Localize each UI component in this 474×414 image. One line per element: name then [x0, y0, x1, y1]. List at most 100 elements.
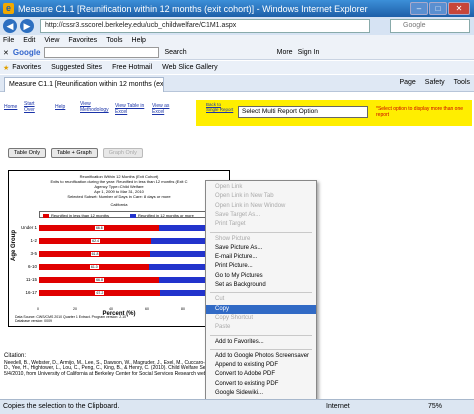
- multi-report-panel: Back to Single Report Select Multi Repor…: [196, 100, 472, 126]
- ctx-item-copy[interactable]: Copy: [206, 304, 316, 314]
- ctx-item-open-link-in-new-tab[interactable]: Open Link in New Tab: [206, 192, 316, 201]
- search-input[interactable]: Google: [390, 19, 470, 33]
- fav-free-hotmail[interactable]: Free Hotmail: [112, 64, 152, 71]
- star-icon[interactable]: ★: [3, 64, 9, 72]
- help-link[interactable]: Help: [55, 104, 65, 110]
- ctx-item-save-picture-as[interactable]: Save Picture As...: [206, 244, 316, 253]
- fav-suggested-sites[interactable]: Suggested Sites: [51, 64, 102, 71]
- command-bar: Page Safety Tools: [390, 79, 470, 86]
- legend-label-1: Reunified in less than 12 months: [51, 213, 110, 218]
- tools-menu[interactable]: Tools: [454, 79, 470, 86]
- ctx-item-google-sidewiki[interactable]: Google Sidewiki...: [206, 389, 316, 398]
- menu-view[interactable]: View: [44, 37, 59, 44]
- ctx-item-open-link[interactable]: Open Link: [206, 183, 316, 192]
- ctx-item-print-picture[interactable]: Print Picture...: [206, 262, 316, 271]
- bar-value-label: 66.6: [94, 226, 104, 230]
- view-excel-link[interactable]: View as Excel: [152, 103, 174, 115]
- google-more-button[interactable]: More: [277, 49, 293, 56]
- ctx-item-e-mail-picture[interactable]: E-mail Picture...: [206, 253, 316, 262]
- ctx-item-cut[interactable]: Cut: [206, 295, 316, 304]
- zoom-level[interactable]: 75%: [428, 400, 442, 414]
- legend-item-2: Reunified in 12 months or more: [130, 213, 194, 218]
- ctx-item-convert-to-adobe-pdf[interactable]: Convert to Adobe PDF: [206, 370, 316, 379]
- google-search-button[interactable]: Search: [164, 49, 186, 56]
- menu-separator: [210, 348, 312, 350]
- table-graph-button[interactable]: Table + Graph: [51, 148, 98, 158]
- category-label: 11-15: [25, 277, 37, 282]
- menu-separator: [210, 231, 312, 233]
- table-only-button[interactable]: Table Only: [8, 148, 46, 158]
- ctx-item-save-target-as[interactable]: Save Target As...: [206, 211, 316, 220]
- favorites-bar: ★ Favorites Suggested Sites Free Hotmail…: [0, 61, 474, 74]
- chart-legend: Reunified in less than 12 months Reunifi…: [39, 211, 214, 218]
- menu-file[interactable]: File: [3, 37, 14, 44]
- ctx-item-append-to-existing-pdf[interactable]: Append to existing PDF: [206, 361, 316, 370]
- context-menu: Open Link Open Link in New Tab Open Link i…: [205, 180, 317, 410]
- home-link[interactable]: Home: [4, 104, 17, 110]
- fav-web-slice-gallery[interactable]: Web Slice Gallery: [162, 64, 218, 71]
- bar-row-3: 3-5 61.8: [30, 251, 219, 257]
- google-toolbar: ✕ Google Search More Sign In: [0, 46, 474, 60]
- bar-value-label: 62.4: [91, 239, 100, 243]
- ctx-item-show-picture[interactable]: Show Picture: [206, 235, 316, 244]
- close-button[interactable]: ✕: [448, 2, 470, 15]
- favorites-button[interactable]: Favorites: [12, 64, 41, 71]
- bar-row-2: 1-2 62.4: [30, 238, 219, 244]
- ctx-item-print-target[interactable]: Print Target: [206, 220, 316, 229]
- bar-value-label: 61.8: [90, 252, 100, 256]
- bar-row-5: 11-15 66.8: [26, 277, 219, 283]
- title-bar: e Measure C1.1 [Reunification within 12 …: [0, 0, 474, 17]
- ctx-item-set-as-background[interactable]: Set as Background: [206, 281, 316, 290]
- bar-value-label: 67.2: [95, 291, 105, 295]
- start-over-link[interactable]: Start Over: [24, 101, 38, 113]
- bar-value-label: 61.0: [89, 265, 99, 269]
- legend-item-1: Reunified in less than 12 months: [43, 213, 109, 218]
- ctx-item-copy-shortcut[interactable]: Copy Shortcut: [206, 314, 316, 323]
- ctx-item-go-to-my-pictures[interactable]: Go to My Pictures: [206, 272, 316, 281]
- multi-report-select[interactable]: Select Multi Report Option: [238, 106, 368, 118]
- legend-swatch-2: [130, 213, 136, 218]
- page-menu[interactable]: Page: [399, 79, 415, 86]
- google-logo: Google: [12, 48, 41, 57]
- view-methodology-link[interactable]: View Methodology: [80, 101, 109, 113]
- status-text: Copies the selection to the Clipboard.: [3, 403, 120, 410]
- google-search-input[interactable]: [44, 47, 160, 58]
- forward-arrow-icon[interactable]: ▶: [20, 19, 34, 33]
- chart-subtitle-4: Selected Subset: Number of Days in Care:…: [67, 194, 171, 199]
- tab-measure[interactable]: Measure C1.1 [Reunification within 12 mo…: [4, 77, 164, 92]
- menu-tools[interactable]: Tools: [106, 37, 122, 44]
- ctx-item-open-link-in-new-window[interactable]: Open Link in New Window: [206, 202, 316, 211]
- security-zone: Internet: [326, 403, 350, 410]
- category-label: 3-5: [30, 251, 37, 256]
- category-label: 16-17: [25, 290, 37, 295]
- safety-menu[interactable]: Safety: [425, 79, 445, 86]
- bar-value-label: 66.8: [95, 278, 104, 282]
- view-table-link[interactable]: View Table in Excel: [115, 103, 155, 115]
- view-buttons: Table Only Table + Graph Graph Only: [8, 148, 148, 158]
- legend-swatch-1: [43, 213, 49, 218]
- back-arrow-icon[interactable]: ◀: [3, 19, 17, 33]
- address-row: ◀ ▶ http://cssr3.sscorel.berkeley.edu/uc…: [0, 17, 474, 35]
- category-label: 1-2: [30, 238, 37, 243]
- maximize-button[interactable]: □: [429, 2, 447, 15]
- google-signin-button[interactable]: Sign In: [298, 49, 320, 56]
- menu-edit[interactable]: Edit: [23, 37, 35, 44]
- select-note: *Select option to display more than one …: [376, 106, 463, 118]
- menu-bar: File Edit View Favorites Tools Help: [0, 35, 474, 46]
- ctx-item-convert-to-existing-pdf[interactable]: Convert to existing PDF: [206, 380, 316, 389]
- ctx-item-add-to-google-photos-screensaver[interactable]: Add to Google Photos Screensaver: [206, 352, 316, 361]
- bar-row-4: 6-10 61.0: [28, 264, 219, 270]
- chart-region: California: [110, 202, 128, 207]
- address-bar[interactable]: http://cssr3.sscorel.berkeley.edu/ucb_ch…: [40, 19, 370, 33]
- ctx-item-add-to-favorites[interactable]: Add to Favorites...: [206, 338, 316, 347]
- ctx-item-paste[interactable]: Paste: [206, 323, 316, 332]
- graph-only-button[interactable]: Graph Only: [102, 148, 143, 158]
- y-axis-label: Age Group: [11, 230, 17, 261]
- menu-help[interactable]: Help: [132, 37, 146, 44]
- bar-row-1: Under 1 66.6: [21, 225, 219, 231]
- close-toolbar-icon[interactable]: ✕: [3, 49, 9, 57]
- minimize-button[interactable]: –: [410, 2, 428, 15]
- menu-favorites[interactable]: Favorites: [68, 37, 97, 44]
- back-to-single-report-link[interactable]: Back to Single Report: [206, 102, 234, 112]
- plot-area: Under 1 66.6 1-2 62.4 3-5 61.8 6-10 61.0 11-15 66…: [21, 223, 223, 311]
